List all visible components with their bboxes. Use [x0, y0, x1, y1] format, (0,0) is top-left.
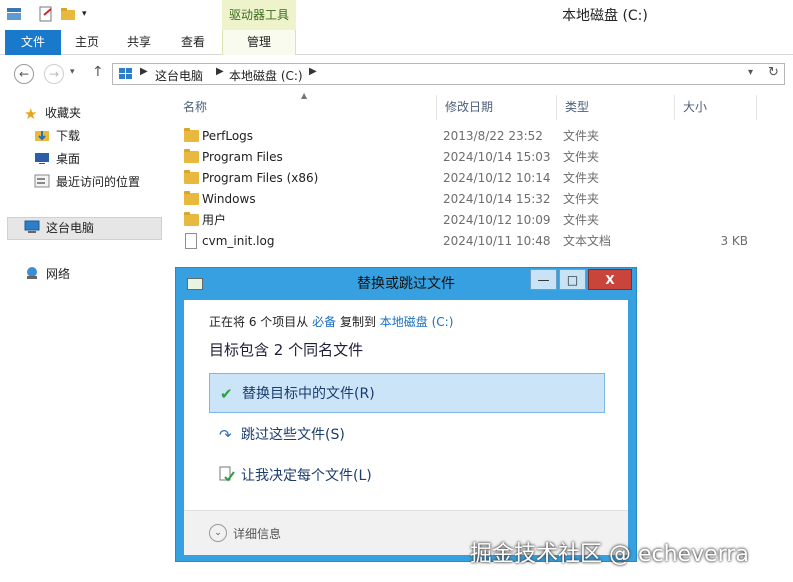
this-pc-icon [118, 67, 134, 84]
tab-file[interactable]: 文件 [5, 30, 61, 55]
star-icon: ★ [24, 105, 38, 123]
tab-manage[interactable]: 管理 [222, 30, 296, 55]
breadcrumb-separator-icon[interactable]: ▶ [216, 66, 224, 77]
file-type: 文件夹 [563, 171, 600, 185]
up-arrow-icon[interactable]: ↑ [92, 64, 104, 80]
nav-downloads[interactable]: 下载 [34, 125, 80, 147]
file-name: Program Files (x86) [202, 171, 319, 185]
properties-icon[interactable] [38, 6, 54, 22]
folder-icon [184, 170, 199, 184]
customize-quick-access-icon[interactable]: ▾ [82, 6, 98, 22]
file-type: 文件夹 [563, 192, 600, 206]
file-name: Windows [202, 192, 256, 206]
file-name: PerfLogs [202, 129, 254, 143]
text-document-icon [185, 233, 197, 249]
column-header-name[interactable]: 名称 [175, 95, 437, 120]
network-icon [24, 265, 40, 279]
column-header-type[interactable]: 类型 [557, 95, 675, 120]
computer-icon [24, 219, 40, 233]
column-header-size[interactable]: 大小 [675, 95, 757, 120]
file-type: 文本文档 [563, 234, 612, 248]
decide-files-icon [219, 456, 235, 496]
file-row[interactable]: PerfLogs 2013/8/22 23:52 文件夹 [180, 126, 780, 147]
title-bar: ▾ 驱动器工具 本地磁盘 (C:) [0, 0, 793, 30]
more-details-toggle[interactable]: 详细信息 [233, 525, 281, 542]
check-icon: ✔ [220, 385, 233, 403]
file-name: Program Files [202, 150, 283, 164]
file-row[interactable]: cvm_init.log 2024/10/11 10:48 文本文档 3 KB [180, 231, 780, 252]
file-modified-date: 2013/8/22 23:52 [443, 129, 543, 143]
source-folder-link[interactable]: 必备 [312, 315, 336, 329]
recent-locations-dropdown-icon[interactable]: ▾ [70, 67, 75, 77]
breadcrumb-local-disk[interactable]: 本地磁盘 (C:) [229, 67, 303, 84]
breadcrumb-this-pc[interactable]: 这台电脑 [155, 67, 203, 84]
file-name: cvm_init.log [202, 234, 275, 248]
file-modified-date: 2024/10/14 15:03 [443, 150, 551, 164]
desktop-icon [34, 150, 50, 164]
replace-or-skip-dialog: 替换或跳过文件 — □ X 正在将 6 个项目从 必备 复制到 本地磁盘 (C:… [175, 267, 637, 562]
explorer-app-icon[interactable] [6, 6, 22, 22]
folder-icon [184, 191, 199, 205]
tab-home[interactable]: 主页 [65, 30, 109, 55]
nav-network[interactable]: 网络 [24, 263, 70, 285]
copy-status-text: 正在将 6 个项目从 必备 复制到 本地磁盘 (C:) [209, 315, 454, 329]
file-modified-date: 2024/10/14 15:32 [443, 192, 551, 206]
file-name: 用户 [202, 213, 227, 227]
tab-share[interactable]: 共享 [117, 30, 161, 55]
ribbon-tabs: 文件 主页 共享 查看 管理 [0, 30, 793, 55]
forward-button[interactable]: → [44, 64, 64, 84]
new-folder-icon[interactable] [60, 6, 76, 22]
file-row[interactable]: Program Files (x86) 2024/10/12 10:14 文件夹 [180, 168, 780, 189]
file-row[interactable]: Windows 2024/10/14 15:32 文件夹 [180, 189, 780, 210]
file-modified-date: 2024/10/11 10:48 [443, 234, 551, 248]
breadcrumb-separator-icon[interactable]: ▶ [309, 66, 317, 77]
address-bar[interactable]: ▶ 这台电脑 ▶ 本地磁盘 (C:) ▶ ▾ [112, 63, 785, 85]
file-type: 文件夹 [563, 129, 600, 143]
maximize-button[interactable]: □ [559, 269, 586, 290]
destination-folder-link[interactable]: 本地磁盘 (C:) [380, 315, 454, 329]
nav-desktop[interactable]: 桌面 [34, 148, 80, 170]
skip-arrow-icon: ↷ [219, 426, 232, 444]
file-type: 文件夹 [563, 213, 600, 227]
address-history-dropdown-icon[interactable]: ▾ [748, 67, 753, 78]
file-type: 文件夹 [563, 150, 600, 164]
dialog-body: 正在将 6 个项目从 必备 复制到 本地磁盘 (C:) 目标包含 2 个同名文件… [184, 300, 628, 555]
navigation-bar: ← → ▾ ↑ ▶ 这台电脑 ▶ 本地磁盘 (C:) ▶ ▾ ↻ [0, 56, 793, 92]
column-header-date[interactable]: 修改日期 [437, 95, 557, 120]
folder-icon [184, 212, 199, 226]
minimize-button[interactable]: — [530, 269, 557, 290]
folder-icon [184, 149, 199, 163]
skip-files-option[interactable]: ↷ 跳过这些文件(S) [209, 415, 605, 455]
recent-places-icon [34, 173, 50, 188]
chevron-down-icon[interactable]: ⌄ [209, 524, 227, 542]
watermark: 掘金技术社区 @ echeverra [470, 542, 749, 567]
file-row[interactable]: 用户 2024/10/12 10:09 文件夹 [180, 210, 780, 231]
close-button[interactable]: X [588, 269, 632, 290]
refresh-icon[interactable]: ↻ [768, 65, 779, 80]
back-button[interactable]: ← [14, 64, 34, 84]
decide-each-file-option[interactable]: 让我决定每个文件(L) [209, 456, 605, 496]
file-size: 3 KB [720, 234, 748, 248]
replace-files-option[interactable]: ✔ 替换目标中的文件(R) [209, 373, 605, 413]
window-title: 本地磁盘 (C:) [562, 8, 648, 24]
conflict-heading: 目标包含 2 个同名文件 [209, 341, 364, 359]
file-modified-date: 2024/10/12 10:09 [443, 213, 551, 227]
file-row[interactable]: Program Files 2024/10/14 15:03 文件夹 [180, 147, 780, 168]
navigation-pane: ★ 收藏夹 下载 桌面 最近访问的位置 这台电脑 网络 [0, 92, 163, 582]
file-modified-date: 2024/10/12 10:14 [443, 171, 551, 185]
nav-recent-places[interactable]: 最近访问的位置 [34, 171, 140, 193]
tab-view[interactable]: 查看 [171, 30, 215, 55]
nav-favorites[interactable]: ★ 收藏夹 [24, 102, 81, 124]
breadcrumb-separator-icon[interactable]: ▶ [140, 66, 148, 77]
drive-tools-context-label: 驱动器工具 [222, 0, 296, 30]
folder-icon [184, 128, 199, 142]
nav-this-pc[interactable]: 这台电脑 [24, 217, 94, 239]
downloads-folder-icon [34, 127, 50, 141]
